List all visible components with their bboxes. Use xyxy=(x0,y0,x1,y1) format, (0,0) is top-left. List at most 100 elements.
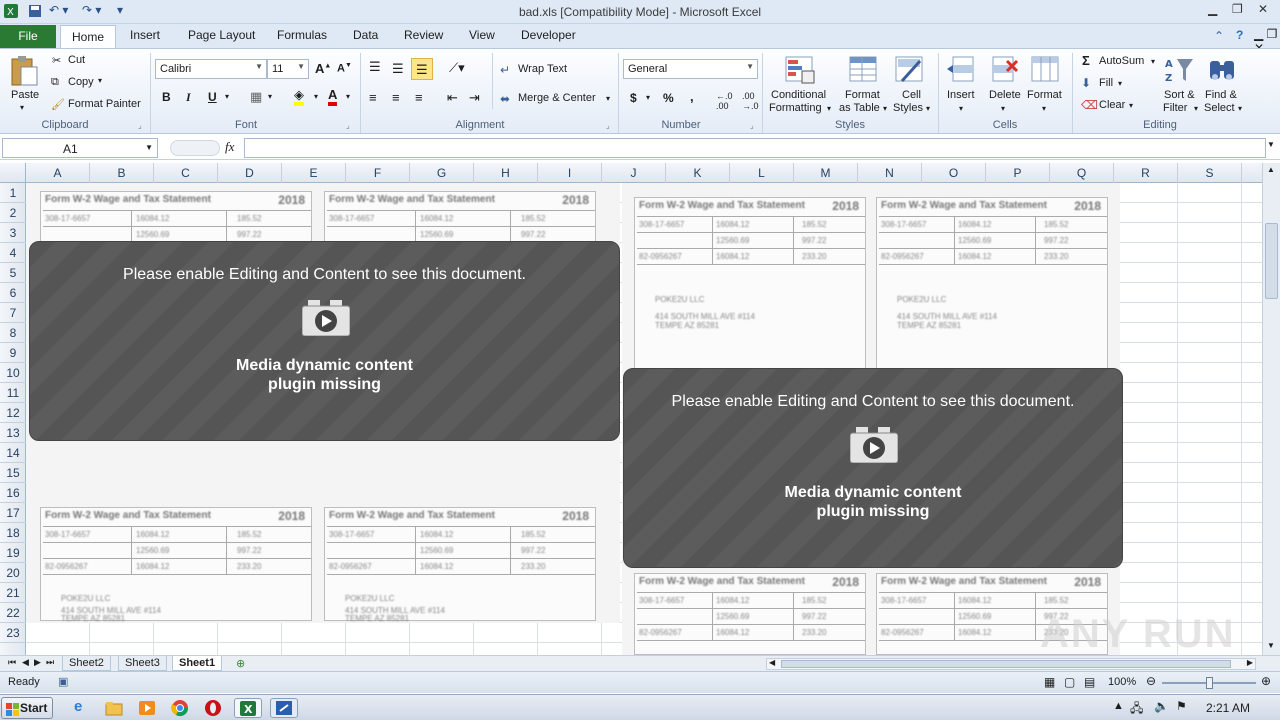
fill-button[interactable]: Fill xyxy=(1099,77,1113,89)
zoom-out-icon[interactable]: ⊖ xyxy=(1146,674,1156,688)
enable-content-banner[interactable]: Please enable Editing and Content to see… xyxy=(623,368,1123,568)
column-header[interactable]: B xyxy=(90,163,154,183)
column-header[interactable]: H xyxy=(474,163,538,183)
insert-cells-button[interactable]: Insert xyxy=(947,89,975,101)
paste-dropdown-icon[interactable]: ▾ xyxy=(20,103,24,112)
italic-button[interactable]: I xyxy=(186,90,191,105)
horizontal-scroll-thumb[interactable] xyxy=(781,660,1231,668)
format-as-table-label-2[interactable]: as Table xyxy=(839,102,880,114)
sort-dropdown-icon[interactable]: ▾ xyxy=(1194,104,1198,113)
row-header[interactable]: 8 xyxy=(0,323,26,343)
insert-function-button[interactable]: fx xyxy=(225,139,234,155)
delete-dropdown-icon[interactable]: ▾ xyxy=(1001,104,1005,113)
paste-icon[interactable] xyxy=(9,55,39,87)
merge-dropdown-icon[interactable]: ▾ xyxy=(606,94,610,103)
clock[interactable]: 2:21 AM xyxy=(1206,701,1250,715)
expand-formula-icon[interactable]: ▼ xyxy=(1267,140,1275,149)
column-header[interactable]: O xyxy=(922,163,986,183)
align-right-icon[interactable]: ≡ xyxy=(415,90,423,105)
align-bottom-icon[interactable]: ☰ xyxy=(411,58,433,80)
explorer-folder-icon[interactable] xyxy=(103,698,125,718)
worksheet-grid[interactable]: ABCDEFGHIJKLMNOPQRS 1 2 3 4 5 6 7 8 9 10 11 12 13 14 1… xyxy=(0,163,1262,655)
tab-file[interactable]: File xyxy=(0,25,56,48)
horizontal-scrollbar[interactable]: ◀ ▶ xyxy=(766,658,1256,670)
enable-content-banner[interactable]: Please enable Editing and Content to see… xyxy=(29,241,620,441)
copy-button[interactable]: Copy xyxy=(68,76,94,88)
column-header[interactable]: C xyxy=(154,163,218,183)
format-as-table-icon[interactable] xyxy=(848,55,880,85)
insert-sheet-icon[interactable]: ⊕ xyxy=(230,656,251,671)
row-header[interactable]: 14 xyxy=(0,443,26,463)
fill-dropdown-icon[interactable]: ▾ xyxy=(1118,79,1122,88)
minimize-button[interactable]: ▁ xyxy=(1208,2,1217,16)
format-dropdown-icon[interactable]: ▾ xyxy=(1042,104,1046,113)
tab-data[interactable]: Data xyxy=(353,28,378,42)
scroll-up-icon[interactable]: ▲ xyxy=(1267,165,1275,174)
column-header[interactable]: K xyxy=(666,163,730,183)
row-header[interactable]: 5 xyxy=(0,263,26,283)
row-header[interactable]: 19 xyxy=(0,543,26,563)
underline-dropdown-icon[interactable]: ▾ xyxy=(225,92,229,101)
row-header[interactable]: 13 xyxy=(0,423,26,443)
zoom-slider-thumb[interactable] xyxy=(1206,677,1213,689)
row-header[interactable]: 12 xyxy=(0,403,26,423)
media-player-icon[interactable] xyxy=(136,698,158,718)
formula-input[interactable] xyxy=(244,138,1266,158)
fill-color-icon[interactable]: ◈ xyxy=(294,87,304,106)
currency-icon[interactable]: $ xyxy=(630,91,637,105)
column-header[interactable]: J xyxy=(602,163,666,183)
row-header[interactable]: 11 xyxy=(0,383,26,403)
excel-taskbar-button[interactable]: X xyxy=(234,698,262,718)
align-left-icon[interactable]: ≡ xyxy=(369,90,377,105)
cell-styles-label-2[interactable]: Styles xyxy=(893,102,923,114)
shrink-font-icon[interactable]: A▼ xyxy=(337,62,352,75)
select-all-corner[interactable] xyxy=(0,163,26,183)
find-select-label-2[interactable]: Select xyxy=(1204,102,1235,114)
volume-icon[interactable]: 🔈 xyxy=(1154,699,1169,713)
paste-button[interactable]: Paste xyxy=(11,89,39,101)
page-break-view-icon[interactable]: ▤ xyxy=(1084,675,1095,689)
conditional-formatting-label-2[interactable]: Formatting xyxy=(769,102,822,114)
format-painter-button[interactable]: Format Painter xyxy=(68,98,141,110)
column-header[interactable]: I xyxy=(538,163,602,183)
clear-dropdown-icon[interactable]: ▾ xyxy=(1129,101,1133,110)
find-dropdown-icon[interactable]: ▾ xyxy=(1238,104,1242,113)
align-middle-icon[interactable]: ☰ xyxy=(392,61,404,77)
row-header[interactable]: 1 xyxy=(0,183,26,203)
copy-dropdown-icon[interactable]: ▾ xyxy=(98,76,102,85)
row-header[interactable]: 20 xyxy=(0,563,26,583)
sheet-tab-sheet3[interactable]: Sheet3 xyxy=(118,656,167,671)
font-color-icon[interactable]: A xyxy=(328,87,338,106)
sort-filter-label-1[interactable]: Sort & xyxy=(1164,89,1195,101)
row-header[interactable]: 10 xyxy=(0,363,26,383)
wrap-text-button[interactable]: Wrap Text xyxy=(518,63,567,75)
row-header[interactable]: 6 xyxy=(0,283,26,303)
ie-icon[interactable]: e xyxy=(70,698,92,718)
tray-expand-icon[interactable]: ▲ xyxy=(1113,700,1124,712)
tab-developer[interactable]: Developer xyxy=(521,28,576,42)
clipboard-launcher-icon[interactable]: ⌟ xyxy=(138,121,142,130)
align-center-icon[interactable]: ≡ xyxy=(392,90,400,105)
macro-record-icon[interactable]: ▣ xyxy=(58,675,68,688)
active-window-taskbar-button[interactable] xyxy=(270,698,298,718)
autosum-button[interactable]: AutoSum xyxy=(1099,55,1144,67)
sheet-tab-sheet1[interactable]: Sheet1 xyxy=(172,656,223,671)
autosum-dropdown-icon[interactable]: ▾ xyxy=(1151,57,1155,66)
merge-center-button[interactable]: Merge & Center xyxy=(518,92,596,104)
close-button[interactable]: ✕ xyxy=(1258,2,1268,16)
sheet-tab-sheet2[interactable]: Sheet2 xyxy=(62,656,111,671)
tab-view[interactable]: View xyxy=(469,28,495,42)
scroll-left-icon[interactable]: ◀ xyxy=(769,658,775,667)
orientation-icon[interactable]: ⟋▾ xyxy=(449,60,465,76)
conditional-formatting-icon[interactable] xyxy=(784,55,818,85)
alignment-launcher-icon[interactable]: ⌟ xyxy=(606,121,610,130)
borders-icon[interactable]: ▦ xyxy=(250,89,262,105)
column-header[interactable]: R xyxy=(1114,163,1178,183)
cut-button[interactable]: Cut xyxy=(68,54,85,66)
conditional-formatting-label-1[interactable]: Conditional xyxy=(771,89,826,101)
row-header[interactable]: 3 xyxy=(0,223,26,243)
font-name-combo[interactable]: Calibri ▼ xyxy=(155,59,267,79)
opera-icon[interactable] xyxy=(202,698,224,718)
zoom-in-icon[interactable]: ⊕ xyxy=(1261,674,1271,688)
font-launcher-icon[interactable]: ⌟ xyxy=(346,121,350,130)
